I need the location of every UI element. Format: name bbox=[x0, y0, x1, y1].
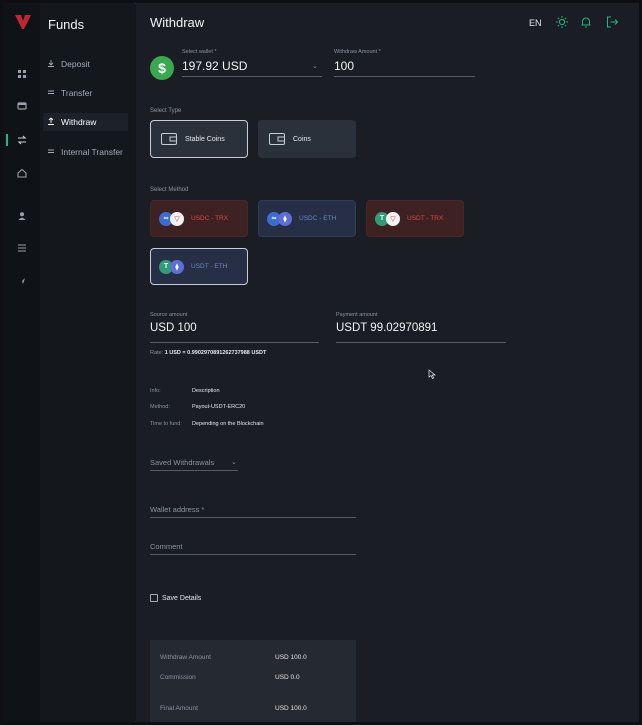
type-card-label: Coins bbox=[293, 135, 311, 143]
withdraw-amount-input[interactable]: 100 bbox=[334, 59, 354, 73]
method-value: Payout-USDT-ERC20 bbox=[192, 404, 246, 410]
wallet-card-icon bbox=[161, 133, 177, 145]
method-card-label: USDT - TRX bbox=[407, 215, 444, 222]
chevron-down-icon[interactable]: ⌄ bbox=[231, 458, 237, 466]
rocket-icon[interactable] bbox=[17, 276, 27, 286]
summary-final-key: Final Amount bbox=[160, 705, 198, 712]
wallet-select-label: Select wallet * bbox=[182, 49, 217, 55]
source-amount-underline bbox=[150, 342, 319, 343]
withdraw-icon bbox=[47, 117, 57, 127]
saved-withdrawals-select[interactable]: Saved Withdrawals bbox=[150, 458, 214, 467]
subnav-item-deposit[interactable]: Deposit bbox=[43, 55, 128, 73]
dashboard-icon[interactable] bbox=[17, 69, 27, 79]
rate-value: 1 USD = 0.9902970891262737988 USDT bbox=[164, 350, 267, 356]
withdraw-amount-label: Withdraw Amount * bbox=[334, 49, 381, 55]
subnav-item-label: Deposit bbox=[61, 59, 90, 69]
transfer-lines-icon bbox=[47, 88, 57, 98]
subnav-item-label: Transfer bbox=[61, 88, 93, 98]
method-card-usdc-trx[interactable]: ∞ ▽ USDC - TRX bbox=[150, 200, 248, 237]
method-key: Method: bbox=[150, 404, 170, 410]
summary-final-value: USD 100.0 bbox=[275, 705, 307, 712]
page-title: Withdraw bbox=[150, 15, 205, 30]
subnav-item-transfer[interactable]: Transfer bbox=[43, 84, 128, 102]
comment-input[interactable]: Comment bbox=[150, 542, 183, 551]
tron-icon: ▽ bbox=[170, 211, 184, 226]
internal-transfer-icon bbox=[47, 147, 57, 157]
mouse-cursor-icon bbox=[428, 369, 436, 379]
wallet-select-value[interactable]: 197.92 USD bbox=[182, 59, 247, 73]
subnav-item-internal-transfer[interactable]: Internal Transfer bbox=[43, 143, 128, 161]
subnav-item-label: Withdraw bbox=[61, 117, 97, 127]
token-pair: ∞ ▽ bbox=[159, 211, 187, 226]
wallet-select-underline bbox=[182, 76, 322, 77]
source-amount-value[interactable]: USD 100 bbox=[150, 322, 197, 334]
ethereum-icon: ⧫ bbox=[170, 259, 184, 274]
language-selector[interactable]: EN bbox=[529, 18, 542, 28]
select-method-label: Select Method bbox=[150, 187, 189, 193]
withdraw-panel: Withdraw EN $ Select wallet * 197.92 USD… bbox=[136, 3, 639, 722]
ethereum-icon: ⧫ bbox=[278, 211, 292, 226]
summary-commission-value: USD 0.0 bbox=[275, 674, 300, 681]
type-card-label: Stable Coins bbox=[185, 135, 225, 143]
method-card-usdc-eth[interactable]: ∞ ⧫ USDC - ETH bbox=[258, 200, 356, 237]
usd-coin-icon: $ bbox=[150, 56, 174, 80]
select-type-label: Select Type bbox=[150, 108, 182, 114]
comment-underline bbox=[150, 554, 356, 555]
tron-icon: ▽ bbox=[386, 211, 400, 226]
wallet-icon[interactable] bbox=[17, 101, 27, 111]
logout-icon[interactable] bbox=[605, 15, 619, 29]
list-icon[interactable] bbox=[17, 243, 27, 253]
info-key: Info: bbox=[150, 388, 161, 394]
user-icon[interactable] bbox=[17, 211, 27, 221]
rate-prefix: Rate: bbox=[150, 350, 164, 356]
home-icon[interactable] bbox=[17, 168, 27, 178]
wallet-address-underline bbox=[150, 517, 356, 518]
subnav-title: Funds bbox=[48, 17, 85, 32]
token-pair: T ⧫ bbox=[159, 259, 187, 274]
save-details-label[interactable]: Save Details bbox=[162, 595, 201, 602]
summary-withdraw-key: Withdraw Amount bbox=[160, 654, 211, 661]
type-card-stable-coins[interactable]: Stable Coins bbox=[150, 120, 248, 158]
token-pair: ∞ ⧫ bbox=[267, 211, 295, 226]
method-card-label: USDC - ETH bbox=[299, 215, 337, 222]
icon-rail bbox=[3, 3, 40, 722]
withdraw-amount-underline bbox=[334, 76, 475, 77]
rail-active-indicator bbox=[6, 134, 8, 146]
time-to-fund-key: Time to fund: bbox=[150, 421, 182, 427]
funds-subnav: Funds Deposit Transfer Withdraw Internal… bbox=[40, 3, 135, 722]
save-details-checkbox[interactable] bbox=[150, 594, 158, 602]
type-card-coins[interactable]: Coins bbox=[258, 120, 356, 158]
time-to-fund-value: Depending on the Blockchain bbox=[192, 421, 264, 427]
method-card-label: USDC - TRX bbox=[191, 215, 229, 222]
payment-amount-label: Payment amount bbox=[336, 312, 378, 318]
bell-icon[interactable] bbox=[579, 15, 593, 29]
method-card-label: USDT - ETH bbox=[191, 263, 228, 270]
method-card-usdt-eth[interactable]: T ⧫ USDT - ETH bbox=[150, 248, 248, 285]
brand-logo-icon[interactable] bbox=[14, 13, 32, 31]
token-pair: T ▽ bbox=[375, 211, 403, 226]
withdraw-summary: Withdraw Amount USD 100.0 Commission USD… bbox=[150, 640, 356, 722]
method-card-usdt-trx[interactable]: T ▽ USDT - TRX bbox=[366, 200, 464, 237]
transfer-icon[interactable] bbox=[17, 135, 27, 145]
summary-commission-key: Commission bbox=[160, 674, 196, 681]
subnav-item-withdraw[interactable]: Withdraw bbox=[43, 113, 128, 131]
subnav-item-label: Internal Transfer bbox=[61, 147, 123, 157]
payment-amount-value[interactable]: USDT 99.02970891 bbox=[336, 322, 437, 334]
info-value: Description bbox=[192, 388, 220, 394]
source-amount-label: Source amount bbox=[150, 312, 188, 318]
deposit-icon bbox=[47, 59, 57, 69]
wallet-address-input[interactable]: Wallet address * bbox=[150, 505, 204, 514]
theme-sun-icon[interactable] bbox=[555, 15, 569, 29]
wallet-card-icon bbox=[269, 133, 285, 145]
payment-amount-underline bbox=[336, 342, 506, 343]
exchange-rate: Rate: 1 USD = 0.9902970891262737988 USDT bbox=[150, 350, 266, 356]
summary-withdraw-value: USD 100.0 bbox=[275, 654, 307, 661]
saved-withdrawals-underline bbox=[150, 470, 238, 471]
chevron-down-icon[interactable]: ⌄ bbox=[312, 62, 318, 70]
